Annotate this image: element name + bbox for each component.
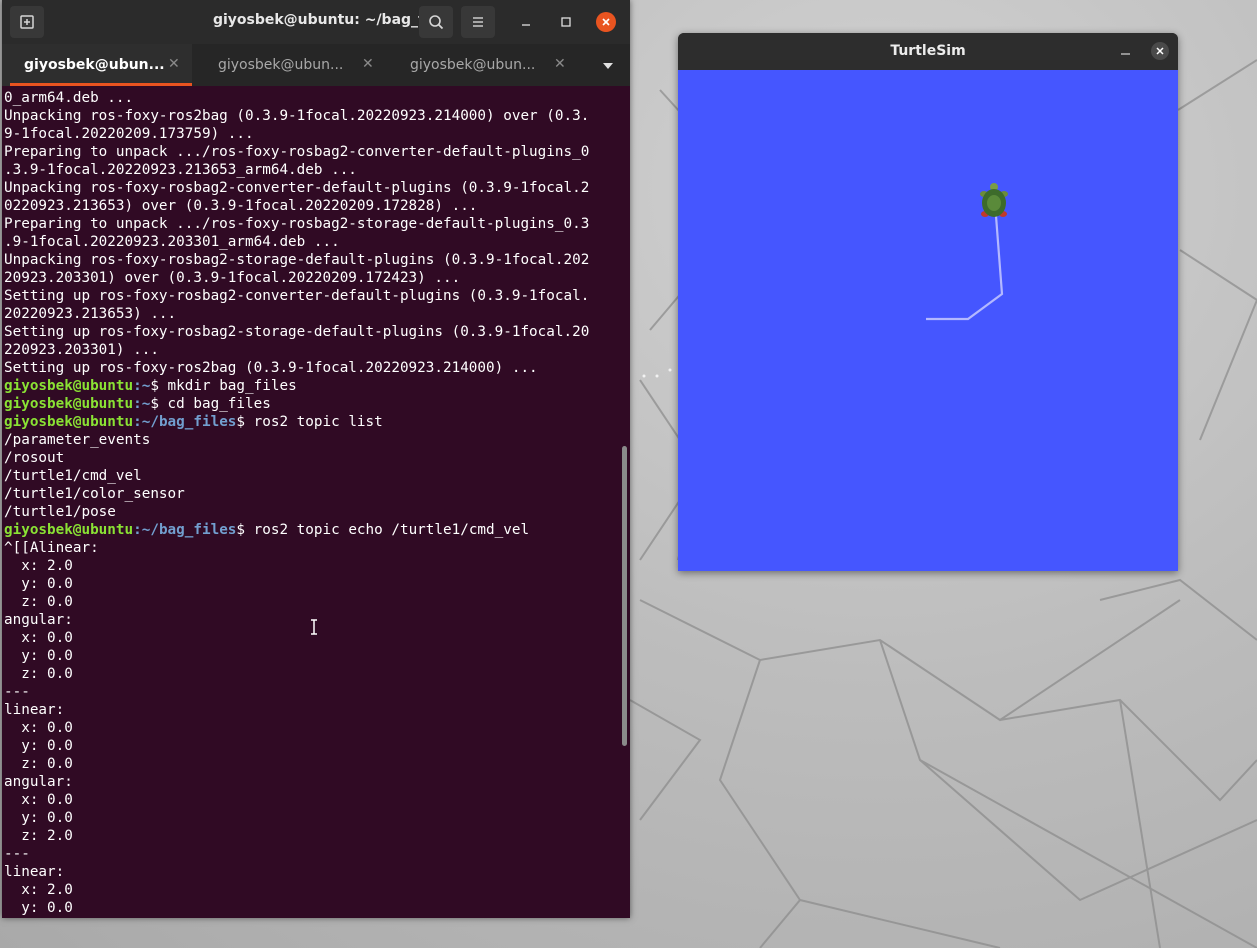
tab-label: giyosbek@ubun... <box>218 57 344 73</box>
minimize-icon <box>522 24 530 26</box>
output-line: x: 2.0 <box>4 882 73 898</box>
tab-3[interactable]: giyosbek@ubun... ✕ <box>388 44 578 86</box>
output-line: z: 0.0 <box>4 756 73 772</box>
minimize-button[interactable] <box>516 12 536 32</box>
output-line: y: 0.0 <box>4 738 73 754</box>
close-button[interactable] <box>596 12 616 32</box>
terminal-titlebar[interactable]: giyosbek@ubuntu: ~/bag_files <box>2 0 630 44</box>
output-line: linear: <box>4 702 65 718</box>
output-line: Unpacking ros-foxy-ros2bag (0.3.9-1focal… <box>4 108 590 124</box>
prompt-path: ~/bag_files <box>141 522 237 538</box>
command-line: giyosbek@ubuntu:~$ mkdir bag_files <box>4 378 297 394</box>
output-line: /rosout <box>4 450 65 466</box>
prompt-path: ~/bag_files <box>141 414 237 430</box>
output-line: linear: <box>4 864 65 880</box>
output-line: x: 0.0 <box>4 792 73 808</box>
output-line: Unpacking ros-foxy-rosbag2-storage-defau… <box>4 252 590 268</box>
tab-2[interactable]: giyosbek@ubun... ✕ <box>196 44 386 86</box>
tab-close-icon[interactable]: ✕ <box>362 56 374 72</box>
command-text: $ mkdir bag_files <box>150 378 297 394</box>
turtle-icon <box>980 183 1008 217</box>
new-tab-icon <box>20 15 34 29</box>
tab-label: giyosbek@ubun... <box>410 57 536 73</box>
output-line: angular: <box>4 774 73 790</box>
tab-1[interactable]: giyosbek@ubun... ✕ <box>2 44 192 86</box>
terminal-window[interactable]: giyosbek@ubuntu: ~/bag_files giyosbek@ub… <box>2 0 630 918</box>
output-line: z: 0.0 <box>4 594 73 610</box>
output-line: 220923.203301) ... <box>4 342 159 358</box>
hamburger-menu-icon <box>473 17 483 27</box>
maximize-icon <box>561 17 571 27</box>
output-line: Preparing to unpack .../ros-foxy-rosbag2… <box>4 216 590 232</box>
close-icon <box>1156 47 1164 55</box>
prompt-user: giyosbek@ubuntu <box>4 396 134 412</box>
output-line: 20923.203301) over (0.3.9-1focal.2022020… <box>4 270 461 286</box>
output-line: .9-1focal.20220923.203301_arm64.deb ... <box>4 234 340 250</box>
output-line: 0220923.213653) over (0.3.9-1focal.20220… <box>4 198 478 214</box>
active-tab-indicator <box>10 83 192 86</box>
close-button[interactable] <box>1151 42 1169 60</box>
output-line: y: 0.0 <box>4 576 73 592</box>
maximize-button[interactable] <box>556 12 576 32</box>
output-line: x: 2.0 <box>4 558 73 574</box>
window-title: TurtleSim <box>890 43 966 59</box>
output-line: Unpacking ros-foxy-rosbag2-converter-def… <box>4 180 590 196</box>
output-line: y: 0.0 <box>4 648 73 664</box>
minimize-icon[interactable] <box>1118 42 1134 58</box>
output-line: 20220923.213653) ... <box>4 306 177 322</box>
turtlesim-canvas <box>678 70 1178 571</box>
output-line: Preparing to unpack .../ros-foxy-rosbag2… <box>4 144 590 160</box>
output-line: --- <box>4 684 30 700</box>
output-line: /parameter_events <box>4 432 151 448</box>
menu-button[interactable] <box>461 6 495 38</box>
text-cursor-icon <box>311 619 317 635</box>
output-line: 9-1focal.20220209.173759) ... <box>4 126 254 142</box>
command-text: $ ros2 topic list <box>236 414 383 430</box>
chevron-down-icon[interactable] <box>598 58 618 74</box>
output-line: x: 0.0 <box>4 720 73 736</box>
command-line: giyosbek@ubuntu:~/bag_files$ ros2 topic … <box>4 522 530 538</box>
output-line: z: 0.0 <box>4 666 73 682</box>
tab-close-icon[interactable]: ✕ <box>168 56 180 72</box>
command-line: giyosbek@ubuntu:~$ cd bag_files <box>4 396 271 412</box>
output-line: Setting up ros-foxy-rosbag2-converter-de… <box>4 288 590 304</box>
output-line: ^[[Alinear: <box>4 540 99 556</box>
tab-bar: giyosbek@ubun... ✕ giyosbek@ubun... ✕ gi… <box>2 44 630 86</box>
turtlesim-window[interactable]: TurtleSim <box>678 33 1178 571</box>
output-line: /turtle1/color_sensor <box>4 486 185 502</box>
close-icon <box>602 18 610 26</box>
output-line: /turtle1/pose <box>4 504 116 520</box>
command-text: $ cd bag_files <box>150 396 271 412</box>
output-line: Setting up ros-foxy-rosbag2-storage-defa… <box>4 324 590 340</box>
output-line: /turtle1/cmd_vel <box>4 468 142 484</box>
command-text: $ ros2 topic echo /turtle1/cmd_vel <box>236 522 530 538</box>
output-line: y: 0.0 <box>4 900 73 916</box>
prompt-user: giyosbek@ubuntu <box>4 414 134 430</box>
scrollbar[interactable] <box>622 446 627 746</box>
terminal-output[interactable]: 0_arm64.deb ... Unpacking ros-foxy-ros2ba… <box>4 89 622 917</box>
output-line: Setting up ros-foxy-ros2bag (0.3.9-1foca… <box>4 360 538 376</box>
command-line: giyosbek@ubuntu:~/bag_files$ ros2 topic … <box>4 414 383 430</box>
output-line: --- <box>4 846 30 862</box>
turtle-path <box>926 215 1004 321</box>
prompt-user: giyosbek@ubuntu <box>4 522 134 538</box>
output-line: y: 0.0 <box>4 810 73 826</box>
turtlesim-titlebar[interactable]: TurtleSim <box>678 33 1178 69</box>
output-line: .3.9-1focal.20220923.213653_arm64.deb ..… <box>4 162 357 178</box>
output-line: 0_arm64.deb ... <box>4 90 134 106</box>
turtle-drawing <box>926 183 1008 321</box>
output-line: z: 2.0 <box>4 828 73 844</box>
tab-close-icon[interactable]: ✕ <box>554 56 566 72</box>
tab-label: giyosbek@ubun... <box>24 57 165 73</box>
prompt-user: giyosbek@ubuntu <box>4 378 134 394</box>
new-tab-button[interactable] <box>10 6 44 38</box>
search-icon <box>429 15 444 30</box>
search-button[interactable] <box>419 6 453 38</box>
